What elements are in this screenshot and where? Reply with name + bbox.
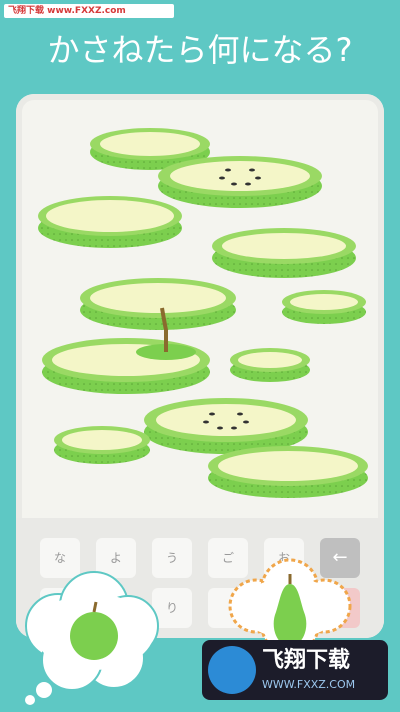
- watermark-url: WWW.FXXZ.COM: [262, 678, 356, 691]
- pear-slice[interactable]: [212, 228, 356, 278]
- page-title: かさねたら何になる?: [47, 31, 353, 69]
- pear-slice[interactable]: [54, 426, 150, 464]
- brand-logo-icon: [208, 646, 256, 694]
- pear-slice-core[interactable]: [158, 156, 322, 208]
- watermark-logo: 飞翔下载 WWW.FXXZ.COM: [202, 640, 388, 700]
- pear-slice[interactable]: [282, 290, 366, 324]
- pear-slices-illustration: [38, 128, 368, 498]
- pear-slice[interactable]: [38, 196, 182, 248]
- pear-slice[interactable]: [230, 348, 310, 382]
- top-banner: 飞翔下载 www.FXXZ.com: [0, 0, 400, 22]
- pear-slice[interactable]: [208, 446, 368, 498]
- hint-cloud-apple[interactable]: [18, 566, 168, 706]
- pear-slice[interactable]: [80, 278, 236, 330]
- pear-slice-core[interactable]: [144, 398, 308, 454]
- watermark-brand: 飞翔下载: [262, 648, 351, 673]
- site-label: 飞翔下载 www.FXXZ.com: [4, 4, 174, 18]
